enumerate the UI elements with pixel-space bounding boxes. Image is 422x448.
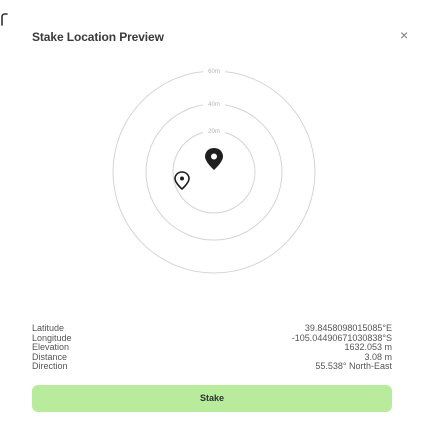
ring-label-60m: 60m <box>208 69 220 75</box>
info-row-longitude: Longitude -105.04490671030838°S <box>32 333 392 344</box>
location-pin-icon <box>174 171 190 191</box>
info-row-direction: Direction 55.538° North-East <box>32 361 392 372</box>
ring-label-20m: 20m <box>208 129 220 135</box>
info-row-elevation: Elevation 1632.053 m <box>32 342 392 353</box>
stake-button[interactable]: Stake <box>32 385 392 412</box>
radar-ring-middle <box>145 103 283 241</box>
location-info-table: Latitude 39.8458098015085°E Longitude -1… <box>32 323 392 372</box>
ring-label-40m: 40m <box>208 102 220 108</box>
map-pin-icon <box>205 148 223 170</box>
direction-value: 55.538° North-East <box>315 361 392 371</box>
radar-view: 60m 40m 20m <box>112 66 316 274</box>
direction-label: Direction <box>32 361 68 371</box>
